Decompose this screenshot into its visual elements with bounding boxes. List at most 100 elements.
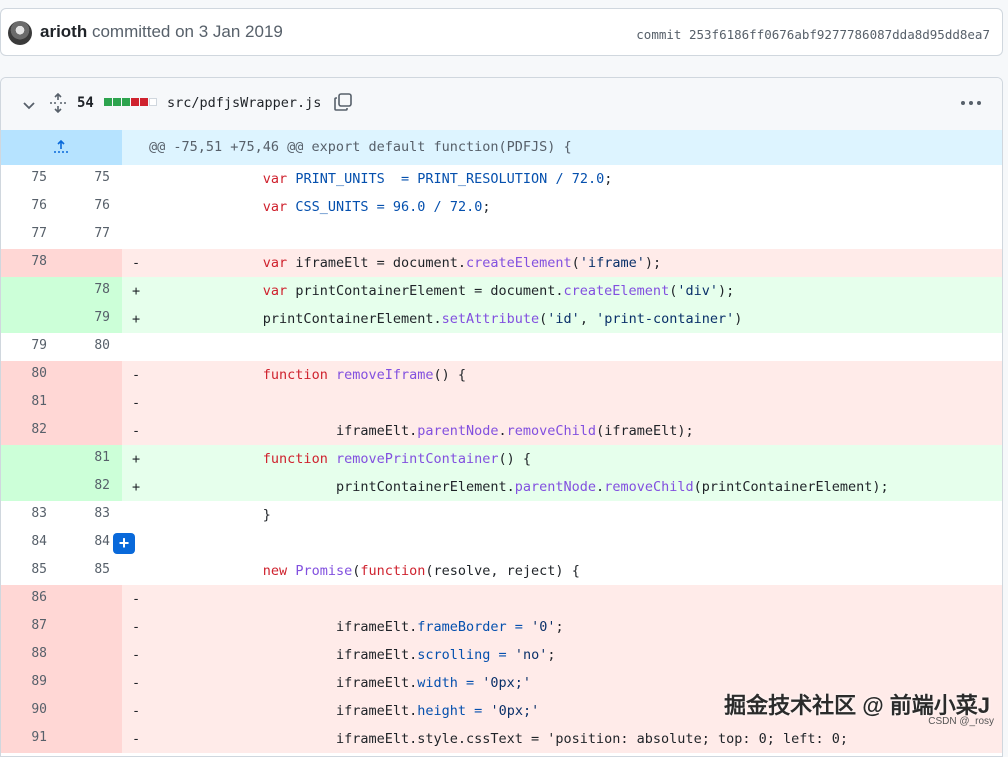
old-line-number[interactable]: 75 (17, 165, 47, 193)
new-line-number[interactable]: 83 (80, 501, 110, 529)
old-line-number[interactable]: 78 (17, 249, 47, 277)
diffstat (104, 98, 158, 108)
watermark-sub: CSDN @_rosy (928, 716, 994, 727)
old-line-number[interactable] (17, 277, 47, 305)
old-line-number[interactable]: 79 (17, 333, 47, 361)
old-line-number[interactable]: 84 (17, 529, 47, 557)
add-comment-button[interactable]: + (113, 533, 135, 554)
unfold-icon[interactable] (48, 93, 68, 113)
new-line-number[interactable]: 81 (80, 445, 110, 473)
code-token: var (262, 199, 296, 215)
old-line-number[interactable]: 77 (17, 221, 47, 249)
commit-bar: arioth committed on 3 Jan 2019 commit 25… (0, 8, 1003, 56)
new-line-number[interactable] (80, 669, 110, 697)
old-line-number[interactable] (17, 305, 47, 333)
code-content: iframeElt.frameBorder = '0'; (149, 613, 564, 641)
new-line-number[interactable] (80, 389, 110, 417)
code-token: . (498, 423, 507, 439)
new-line-number[interactable]: 79 (80, 305, 110, 333)
old-line-number[interactable] (17, 445, 47, 473)
diff-marker: + (132, 283, 141, 299)
copy-icon[interactable] (333, 92, 353, 112)
new-line-number[interactable] (80, 613, 110, 641)
commit-action: committed on 3 Jan 2019 (87, 22, 283, 41)
code-content: printContainerElement.setAttribute('id',… (149, 305, 743, 333)
diffstat-addition-square (113, 98, 121, 106)
kebab-menu-icon[interactable] (960, 100, 982, 106)
new-line-number[interactable] (80, 417, 110, 445)
added-line: 78 + var printContainerElement = document… (1, 277, 1002, 305)
new-line-number[interactable] (80, 725, 110, 753)
deleted-line: 81 - (1, 389, 1002, 417)
old-line-number[interactable]: 83 (17, 501, 47, 529)
new-line-number[interactable]: 85 (80, 557, 110, 585)
code-token: () { (498, 451, 532, 467)
new-line-number[interactable]: 84 (80, 529, 110, 557)
code-token: PRINT_UNITS (295, 171, 385, 187)
code-token: iframeElt. (262, 619, 418, 635)
new-line-number[interactable] (80, 697, 110, 725)
deleted-line: 80 - function removeIframe() { (1, 361, 1002, 389)
diff-marker: - (132, 255, 141, 271)
old-line-number[interactable]: 87 (17, 613, 47, 641)
new-line-number[interactable] (80, 641, 110, 669)
new-line-number[interactable]: 80 (80, 333, 110, 361)
old-line-number[interactable]: 88 (17, 641, 47, 669)
code-token: ; (555, 619, 564, 635)
commit-hash[interactable]: commit 253f6186ff0676abf9277786087dda8d9… (636, 27, 990, 42)
old-line-number[interactable]: 85 (17, 557, 47, 585)
chevron-down-icon[interactable] (21, 97, 37, 113)
code-token: PRINT_RESOLUTION (417, 171, 548, 187)
hunk-text: @@ -75,51 +75,46 @@ export default funct… (149, 139, 572, 155)
old-line-number[interactable]: 86 (17, 585, 47, 613)
deleted-line: 82 - iframeElt.parentNode.removeChild(ifr… (1, 417, 1002, 445)
new-line-number[interactable] (80, 361, 110, 389)
code-content: iframeElt.width = '0px;' (149, 669, 531, 697)
old-line-number[interactable]: 81 (17, 389, 47, 417)
diff-marker: - (132, 731, 141, 747)
author-avatar[interactable] (8, 21, 32, 45)
old-line-number[interactable] (17, 473, 47, 501)
new-line-number[interactable] (80, 249, 110, 277)
old-line-number[interactable]: 80 (17, 361, 47, 389)
code-token: 96.0 (392, 199, 426, 215)
hunk-gutter[interactable] (1, 130, 122, 165)
old-line-number[interactable]: 89 (17, 669, 47, 697)
diffstat-addition-square (104, 98, 112, 106)
code-token: iframeElt.style.cssText = 'position: abs… (262, 731, 857, 747)
new-line-number[interactable]: 82 (80, 473, 110, 501)
diff-marker: + (132, 479, 141, 495)
code-content: function removeIframe() { (149, 361, 466, 389)
new-line-number[interactable]: 77 (80, 221, 110, 249)
code-token: iframeElt. (262, 703, 418, 719)
code-token: iframeElt (295, 255, 377, 271)
old-line-number[interactable]: 90 (17, 697, 47, 725)
diff-marker: - (132, 395, 141, 411)
code-token: createElement (466, 255, 572, 271)
new-line-number[interactable]: 78 (80, 277, 110, 305)
new-line-number[interactable] (80, 585, 110, 613)
code-token: function (360, 563, 426, 579)
new-line-number[interactable]: 75 (80, 165, 110, 193)
hunk-header: @@ -75,51 +75,46 @@ export default funct… (1, 130, 1002, 165)
old-line-number[interactable]: 82 (17, 417, 47, 445)
code-token: (printContainerElement); (693, 479, 889, 495)
file-header: 54 src/pdfjsWrapper.js (1, 78, 1002, 131)
code-token: ; (604, 171, 613, 187)
old-line-number[interactable]: 76 (17, 193, 47, 221)
code-token: (resolve, reject) { (425, 563, 580, 579)
context-line: 84 84 + (1, 529, 1002, 557)
old-line-number[interactable]: 91 (17, 725, 47, 753)
new-line-number[interactable]: 76 (80, 193, 110, 221)
file-path[interactable]: src/pdfjsWrapper.js (167, 95, 321, 111)
expand-up-icon[interactable] (53, 140, 69, 154)
code-token: height (417, 703, 467, 719)
file-diff: 54 src/pdfjsWrapper.js @@ -75,51 +75,46 … (0, 77, 1003, 757)
code-token: / (555, 171, 564, 187)
author-name[interactable]: arioth (40, 22, 87, 41)
code-token: printContainerElement. (262, 479, 515, 495)
deleted-line: 88 - iframeElt.scrolling = 'no'; (1, 641, 1002, 669)
